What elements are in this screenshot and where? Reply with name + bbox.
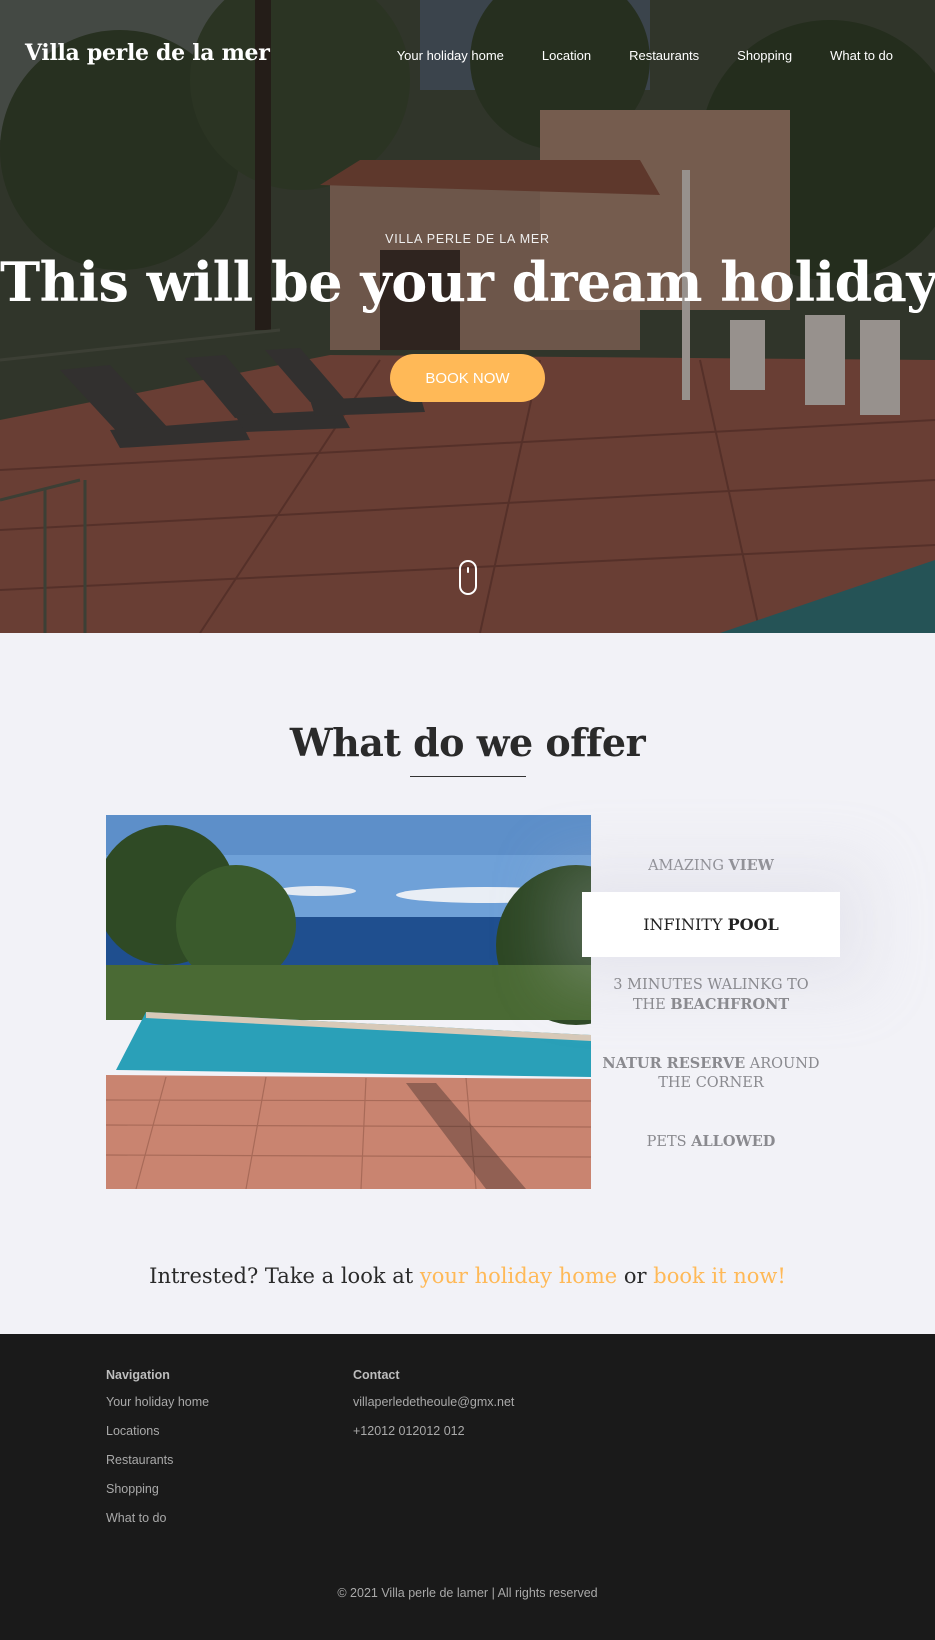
feature-pets-allowed[interactable]: PETS ALLOWED (582, 1132, 840, 1152)
hero-headline: This will be your dream holiday (0, 250, 935, 314)
footer-nav-title: Navigation (106, 1368, 170, 1382)
hero-section: Villa perle de la mer Your holiday home … (0, 0, 935, 633)
footer-link-shopping[interactable]: Shopping (106, 1482, 209, 1496)
mouse-icon[interactable] (459, 560, 477, 595)
footer-contact: Contact villaperledetheoule@gmx.net +120… (353, 1368, 514, 1453)
main-nav: Your holiday home Location Restaurants S… (397, 48, 893, 63)
cta-book-now-link[interactable]: book it now! (653, 1264, 786, 1288)
hero-kicker: VILLA PERLE DE LA MER (385, 232, 550, 246)
site-logo[interactable]: Villa perle de la mer (25, 40, 270, 66)
feature-infinity-pool[interactable]: INFINITY POOL (582, 892, 840, 957)
nav-item-location[interactable]: Location (542, 48, 591, 63)
footer-navigation: Navigation Your holiday home Locations R… (106, 1368, 209, 1540)
footer-phone: +12012 012012 012 (353, 1424, 465, 1438)
hero-overlay (0, 0, 935, 633)
nav-item-what-to-do[interactable]: What to do (830, 48, 893, 63)
title-divider (410, 776, 526, 777)
feature-beachfront[interactable]: 3 MINUTES WALINKG TO THE BEACHFRONT (582, 976, 840, 1015)
feature-nature-reserve[interactable]: NATUR RESERVE AROUND THE CORNER (582, 1054, 840, 1093)
footer-link-locations[interactable]: Locations (106, 1424, 209, 1438)
nav-item-shopping[interactable]: Shopping (737, 48, 792, 63)
footer-link-what-to-do[interactable]: What to do (106, 1511, 209, 1525)
footer-contact-title: Contact (353, 1368, 400, 1382)
offer-title: What do we offer (289, 720, 646, 765)
footer-link-holiday-home[interactable]: Your holiday home (106, 1395, 209, 1409)
infinity-pool-photo (106, 815, 591, 1189)
cta-text: Intrested? Take a look at your holiday h… (149, 1264, 786, 1288)
copyright-text: © 2021 Villa perle de lamer | All rights… (337, 1586, 598, 1600)
book-now-button[interactable]: BOOK NOW (390, 354, 545, 402)
footer-link-restaurants[interactable]: Restaurants (106, 1453, 209, 1467)
nav-item-restaurants[interactable]: Restaurants (629, 48, 699, 63)
footer: Navigation Your holiday home Locations R… (0, 1334, 935, 1640)
feature-amazing-view[interactable]: AMAZING VIEW (582, 856, 840, 876)
nav-item-holiday-home[interactable]: Your holiday home (397, 48, 504, 63)
cta-holiday-home-link[interactable]: your holiday home (420, 1264, 617, 1288)
footer-email-link[interactable]: villaperledetheoule@gmx.net (353, 1395, 514, 1409)
